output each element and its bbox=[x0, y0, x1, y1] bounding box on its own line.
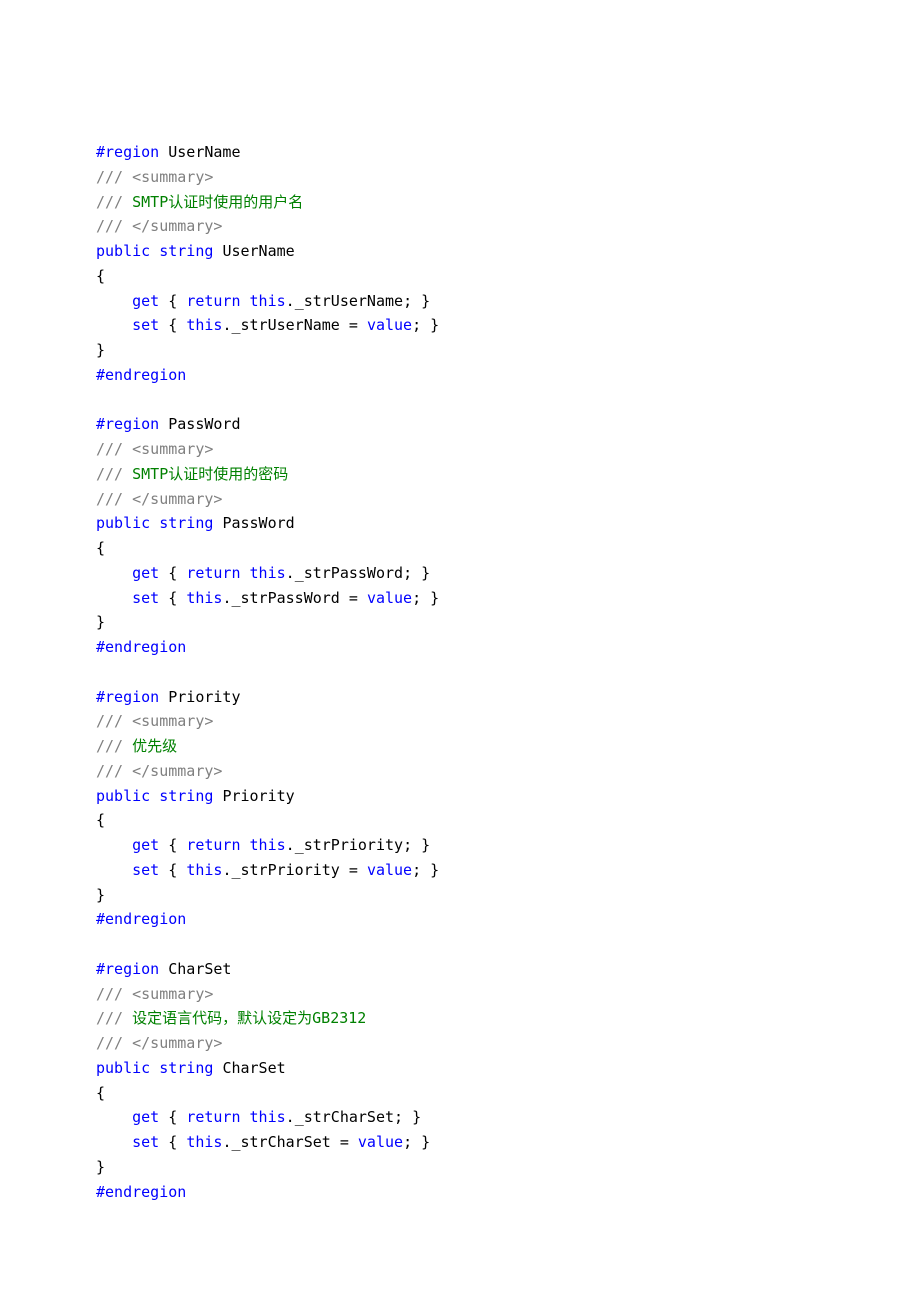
code-document: #region UserName /// <summary> /// SMTP认… bbox=[0, 0, 920, 1302]
code-block: #region UserName /// <summary> /// SMTP认… bbox=[96, 140, 920, 1204]
